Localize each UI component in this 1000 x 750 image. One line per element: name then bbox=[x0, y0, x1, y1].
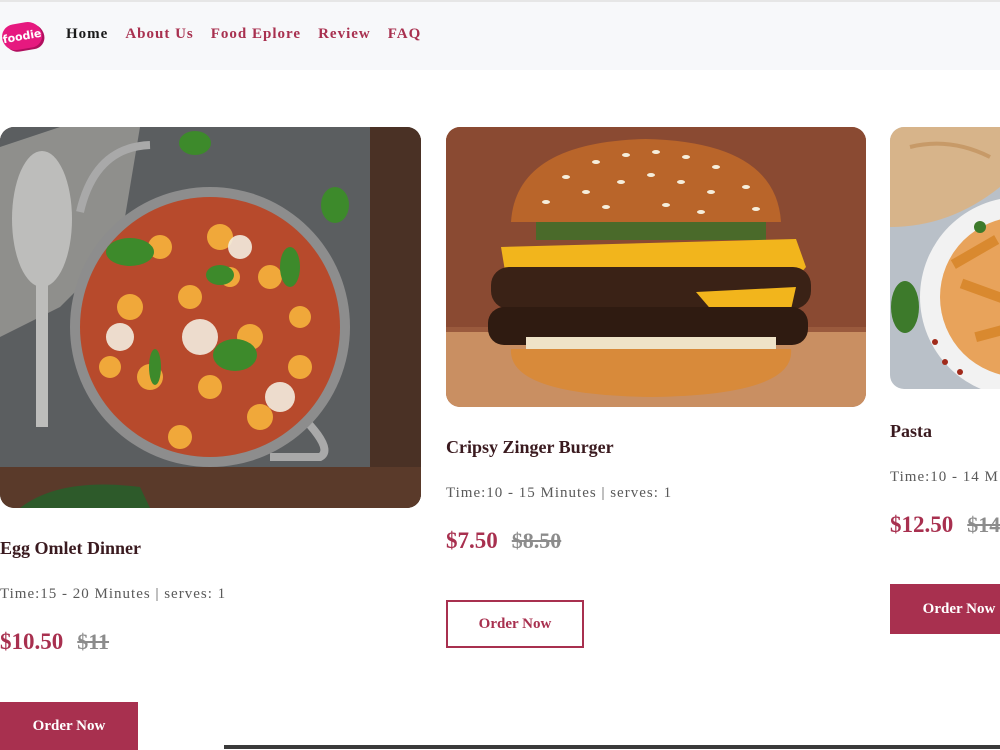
card-meta: Time:10 - 14 M bbox=[890, 469, 999, 485]
nav-item-about-us[interactable]: About Us bbox=[125, 26, 193, 43]
nav-item-review[interactable]: Review bbox=[318, 26, 371, 43]
card-title: Cripsy Zinger Burger bbox=[446, 437, 614, 457]
pasta-bowl-image bbox=[890, 127, 1000, 389]
card-title: Pasta bbox=[890, 421, 932, 441]
horizontal-scrollbar[interactable] bbox=[224, 745, 1000, 749]
navbar: foodie Home About Us Food Eplore Review … bbox=[0, 2, 1000, 70]
food-card: Pasta Time:10 - 14 M $12.50 $14 Order No… bbox=[890, 127, 1000, 647]
gnocchi-skillet-image bbox=[0, 127, 421, 508]
food-card: Egg Omlet Dinner Time:15 - 20 Minutes | … bbox=[0, 127, 421, 750]
old-price: $11 bbox=[77, 629, 110, 654]
nav-item-home[interactable]: Home bbox=[66, 26, 108, 43]
price-row: $10.50 $11 bbox=[0, 629, 109, 655]
cheeseburger-image bbox=[446, 127, 866, 407]
current-price: $12.50 bbox=[890, 512, 954, 537]
price-row: $7.50 $8.50 bbox=[446, 528, 561, 554]
nav-item-food-explore[interactable]: Food Eplore bbox=[211, 26, 301, 43]
nav-item-faq[interactable]: FAQ bbox=[388, 26, 422, 43]
current-price: $7.50 bbox=[446, 528, 498, 553]
order-now-button[interactable]: Order Now bbox=[0, 702, 138, 750]
old-price: $8.50 bbox=[511, 528, 562, 553]
card-meta: Time:10 - 15 Minutes | serves: 1 bbox=[446, 485, 673, 501]
nav-links: Home About Us Food Eplore Review FAQ bbox=[66, 26, 421, 43]
price-row: $12.50 $14 bbox=[890, 512, 1000, 538]
card-meta: Time:15 - 20 Minutes | serves: 1 bbox=[0, 586, 227, 602]
brand-logo[interactable]: foodie bbox=[0, 14, 44, 58]
order-now-button[interactable]: Order Now bbox=[446, 600, 584, 648]
order-now-button[interactable]: Order Now bbox=[890, 584, 1000, 634]
old-price: $14 bbox=[967, 512, 1000, 537]
logo-badge: foodie bbox=[0, 19, 44, 53]
card-title: Egg Omlet Dinner bbox=[0, 538, 141, 558]
food-card: Cripsy Zinger Burger Time:10 - 15 Minute… bbox=[446, 127, 867, 667]
current-price: $10.50 bbox=[0, 629, 64, 654]
